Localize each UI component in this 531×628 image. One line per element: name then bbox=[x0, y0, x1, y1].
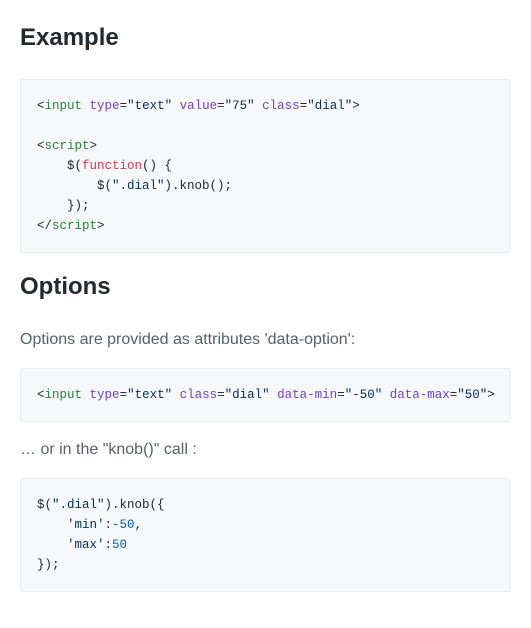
options-or-text: … or in the "knob()" call : bbox=[20, 438, 511, 462]
code-example: <input type="text" value="75" class="dia… bbox=[20, 79, 511, 253]
heading-options: Options bbox=[20, 269, 511, 312]
options-intro: Options are provided as attributes 'data… bbox=[20, 328, 511, 352]
code-options-call: $(".dial").knob({ 'min':-50, 'max':50 })… bbox=[20, 478, 511, 592]
heading-example: Example bbox=[20, 20, 511, 63]
code-options-attr: <input type="text" class="dial" data-min… bbox=[20, 368, 511, 422]
